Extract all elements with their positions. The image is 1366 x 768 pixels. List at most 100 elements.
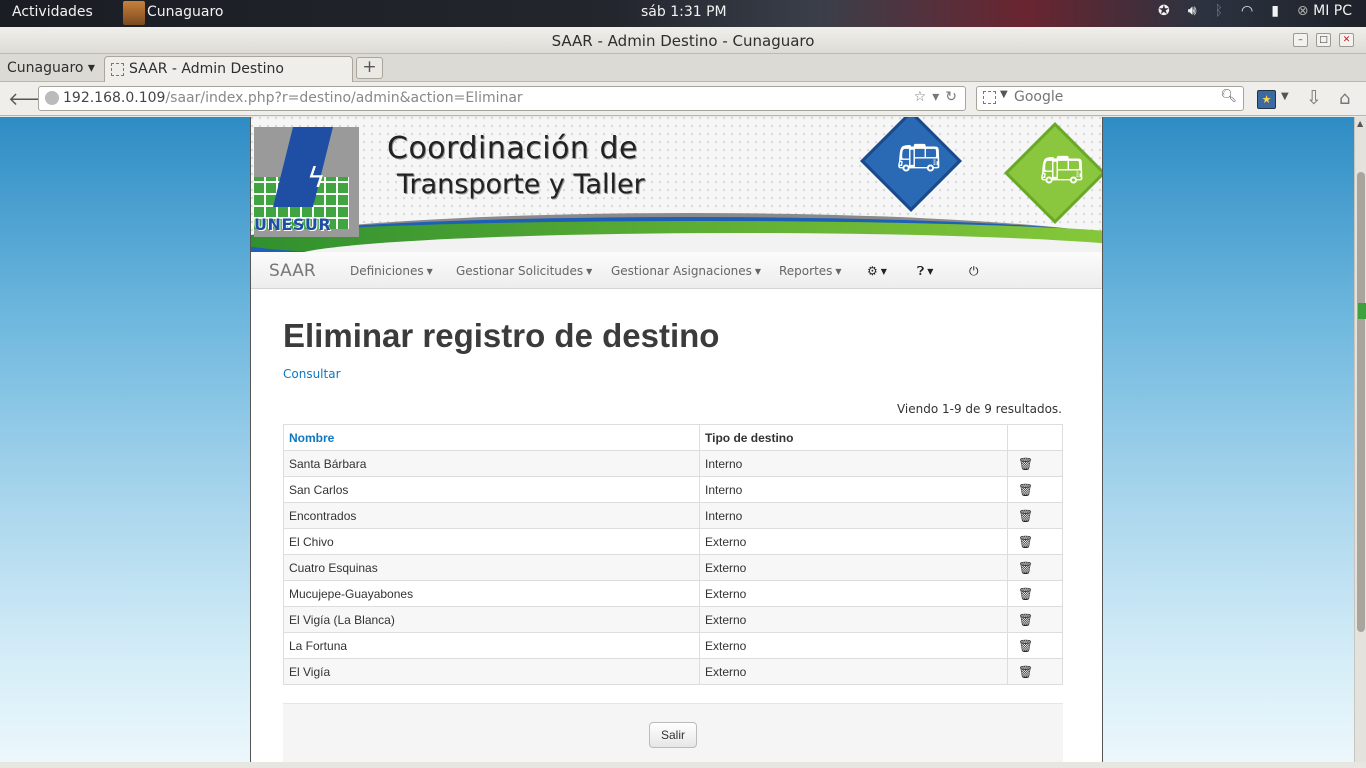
site-identity-icon[interactable] [45,91,59,105]
cell-actions: 🗑︎ [1007,528,1063,555]
cell-actions: 🗑︎ [1007,476,1063,503]
destinos-table: Nombre Tipo de destino Santa Bárbara Int… [283,424,1063,685]
nav-gestionar-asignaciones[interactable]: Gestionar Asignaciones ▼ [611,264,761,278]
table-row: El Chivo Externo 🗑︎ [283,528,1063,555]
vertical-scrollbar[interactable]: ▲ [1354,117,1366,762]
trash-icon[interactable]: 🗑︎ [1018,561,1033,575]
app-navbar: SAAR Definiciones ▼ Gestionar Solicitudes… [251,252,1102,289]
close-window-button[interactable]: ✕ [1339,33,1354,47]
banner-title-line1: Coordinación de [387,131,638,166]
cell-nombre: El Vigía (La Blanca) [283,606,700,633]
search-engine-dropdown-icon[interactable]: ▼ [1000,89,1008,100]
star-icon[interactable]: ☆ [914,89,927,105]
nav-label: Reportes [779,264,833,278]
table-row: El Vigía (La Blanca) Externo 🗑︎ [283,606,1063,633]
cell-tipo: Externo [699,528,1008,555]
table-row: Encontrados Interno 🗑︎ [283,502,1063,529]
minimize-button[interactable]: – [1293,33,1308,47]
power-icon: ⏻ [969,264,979,278]
wifi-icon[interactable]: ◠ [1241,3,1253,19]
nav-label: Gestionar Asignaciones [611,264,752,278]
caret-down-icon: ▼ [754,267,762,276]
cell-nombre: Cuatro Esquinas [283,554,700,581]
trash-icon[interactable]: 🗑︎ [1018,457,1033,471]
scroll-up-arrow-icon[interactable]: ▲ [1357,119,1363,128]
nav-settings[interactable]: ⚙ ▼ [867,264,887,278]
brand-link[interactable]: SAAR [269,261,316,281]
table-row: Cuatro Esquinas Externo 🗑︎ [283,554,1063,581]
cell-tipo: Interno [699,450,1008,477]
url-path: /saar/index.php?r=destino/admin&action=E… [165,90,523,106]
trash-icon[interactable]: 🗑︎ [1018,665,1033,679]
search-icon[interactable]: 🔍︎ [1220,89,1237,104]
nav-logout[interactable]: ⏻ [969,264,979,279]
lightning-icon: ϟ [307,161,326,194]
reload-icon[interactable]: ↻ [945,89,957,105]
bus-icon: 🚌︎ [1039,150,1085,191]
tab-group-label: Cunaguaro [7,60,84,76]
system-tray: ✪ 🔊︎ ᛒ ◠ ▮ ⊗ MI PC [1158,3,1352,19]
app-menu[interactable]: Cunaguaro [147,4,223,20]
header-banner: ϟ UNESUR Coordinación de Transporte y Ta… [251,117,1102,252]
cell-nombre: Encontrados [283,502,700,529]
battery-icon[interactable]: ▮ [1271,3,1279,19]
trash-icon[interactable]: 🗑︎ [1018,509,1033,523]
trash-icon[interactable]: 🗑︎ [1018,639,1033,653]
cell-nombre: La Fortuna [283,632,700,659]
cell-nombre: El Chivo [283,528,700,555]
bookmarks-dropdown-icon[interactable]: ▼ [1281,91,1289,102]
cell-actions: 🗑︎ [1007,450,1063,477]
cell-tipo: Externo [699,658,1008,685]
column-header-actions [1007,424,1063,451]
url-text[interactable]: 192.168.0.109/saar/index.php?r=destino/a… [63,90,523,106]
nav-help[interactable]: ❓︎ ▼ [917,264,933,279]
caret-down-icon: ▼ [426,267,433,276]
tab-group-menu[interactable]: Cunaguaro ▾ [7,60,95,76]
user-status-icon: ⊗ [1296,3,1309,19]
nav-reportes[interactable]: Reportes ▼ [779,264,842,278]
user-menu[interactable]: ⊗ MI PC [1297,3,1352,19]
consultar-link[interactable]: Consultar [283,367,341,381]
trash-icon[interactable]: 🗑︎ [1018,535,1033,549]
trash-icon[interactable]: 🗑︎ [1018,613,1033,627]
maximize-button[interactable]: □ [1316,33,1331,47]
search-engine-icon[interactable] [983,91,996,104]
search-box[interactable]: ▼ 🔍︎ [976,86,1244,111]
column-header-nombre[interactable]: Nombre [283,424,700,451]
salir-button[interactable]: Salir [649,722,697,748]
page-favicon-icon [111,63,124,76]
window-title: SAAR - Admin Destino - Cunaguaro [551,32,815,50]
cell-tipo: Externo [699,632,1008,659]
bookmarks-icon[interactable]: ★ [1257,90,1276,109]
dropdown-arrow-icon[interactable]: ▾ [932,89,939,105]
trash-icon[interactable]: 🗑︎ [1018,587,1033,601]
scrollbar-thumb[interactable] [1357,172,1365,632]
cell-actions: 🗑︎ [1007,606,1063,633]
form-actions: Salir [283,703,1063,762]
cell-nombre: San Carlos [283,476,700,503]
accessibility-icon[interactable]: ✪ [1158,3,1170,19]
nav-definiciones[interactable]: Definiciones ▼ [350,264,433,278]
search-input[interactable] [1014,89,1214,105]
trash-icon[interactable]: 🗑︎ [1018,483,1033,497]
cell-tipo: Externo [699,606,1008,633]
browser-tab[interactable]: SAAR - Admin Destino [104,56,353,82]
user-name: MI PC [1313,3,1352,19]
clock[interactable]: sáb 1:31 PM [641,4,727,20]
home-icon[interactable]: ⌂ [1339,88,1350,109]
volume-icon[interactable]: 🔊︎ [1188,3,1197,19]
nav-label: Gestionar Solicitudes [456,264,584,278]
window-bottom-edge [0,762,1366,768]
nav-label: Definiciones [350,264,424,278]
url-host: 192.168.0.109 [63,90,166,106]
activities-button[interactable]: Actividades [12,4,93,20]
table-row: Mucujepe-Guayabones Externo 🗑︎ [283,580,1063,607]
app-icon[interactable] [123,1,145,25]
new-tab-button[interactable]: + [356,57,383,79]
bluetooth-icon[interactable]: ᛒ [1215,3,1223,19]
url-bar[interactable]: 192.168.0.109/saar/index.php?r=destino/a… [38,86,966,111]
cell-nombre: Santa Bárbara [283,450,700,477]
table-row: La Fortuna Externo 🗑︎ [283,632,1063,659]
download-icon[interactable]: ⇩ [1306,87,1322,109]
nav-gestionar-solicitudes[interactable]: Gestionar Solicitudes ▼ [456,264,592,278]
